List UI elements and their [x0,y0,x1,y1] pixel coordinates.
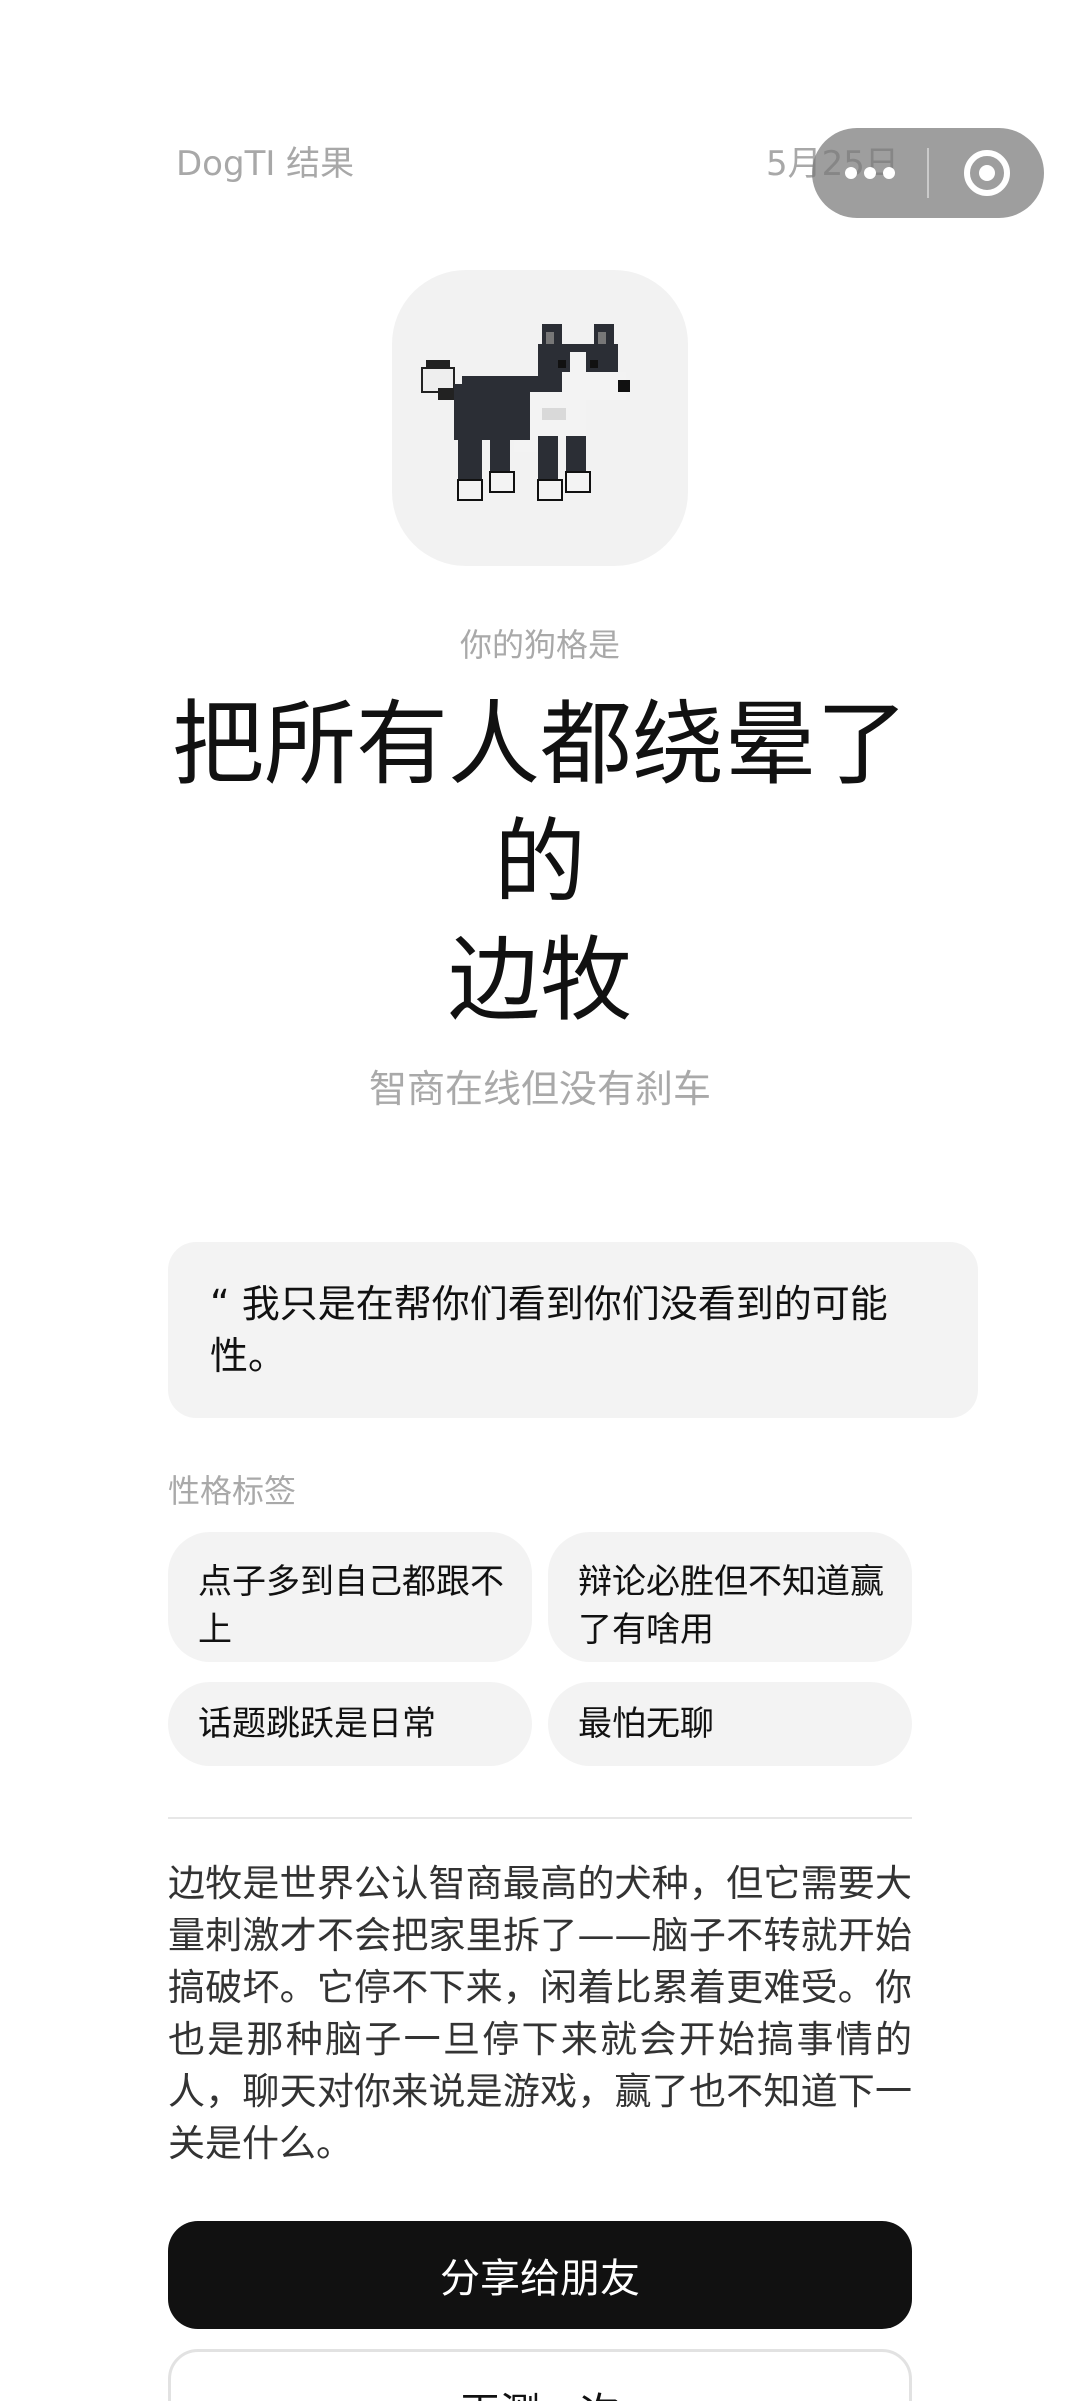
share-button[interactable]: 分享给朋友 [168,2221,912,2329]
personality-tag: 话题跳跃是日常 [168,1682,532,1766]
breed-title-line: 边牧 [447,927,632,1034]
pixel-border-collie-icon [420,324,630,502]
mini-program-capsule [812,128,1044,218]
breed-title: 把所有人都绕晕了 的 边牧 [160,686,920,1040]
result-intro: 你的狗格是 [459,626,620,664]
top-bar: DogTI 结果 5月25日 [0,0,1080,240]
close-target-icon[interactable] [929,128,1044,218]
breed-title-line: 的 [493,809,586,916]
more-icon[interactable] [812,128,927,218]
breed-tagline: 智商在线但没有刹车 [368,1067,711,1111]
dog-avatar [392,270,688,566]
personality-tag: 辩论必胜但不知道赢了有啥用 [548,1532,912,1662]
breed-title-line: 把所有人都绕晕了 [171,691,908,798]
quote-card: “ 我只是在帮你们看到你们没看到的可能性。 [168,1242,978,1418]
app-title: DogTI 结果 [176,144,355,184]
personality-tag: 点子多到自己都跟不上 [168,1532,532,1662]
personality-tag: 最怕无聊 [548,1682,912,1766]
retest-button[interactable]: 再测一次 [168,2349,912,2401]
tags-section-label: 性格标签 [168,1472,297,1510]
breed-description: 边牧是世界公认智商最高的犬种，但它需要大量刺激才不会把家里拆了——脑子不转就开始… [168,1862,912,2165]
divider [168,1817,912,1819]
